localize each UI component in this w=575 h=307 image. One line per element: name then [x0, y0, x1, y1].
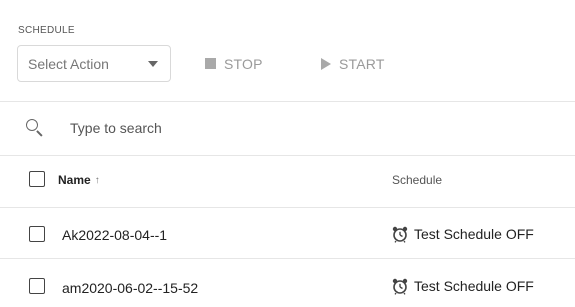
- stop-icon: [205, 58, 216, 69]
- section-title: SCHEDULE: [18, 25, 75, 36]
- select-action-label: Select Action: [28, 55, 109, 72]
- schedule-panel: SCHEDULE Select Action STOP START Name ↑…: [0, 0, 575, 307]
- row-name: Ak2022-08-04--1: [62, 227, 168, 243]
- search-bar: [26, 113, 566, 143]
- chevron-down-icon: [148, 61, 158, 67]
- column-header-schedule[interactable]: Schedule: [392, 173, 442, 187]
- play-icon: [321, 57, 331, 70]
- column-header-name[interactable]: Name ↑: [58, 173, 100, 187]
- row-schedule[interactable]: Test Schedule OFF: [391, 225, 534, 243]
- row-schedule[interactable]: Test Schedule OFF: [391, 277, 534, 295]
- select-action-dropdown[interactable]: Select Action: [17, 45, 171, 82]
- column-header-name-label: Name: [58, 173, 91, 187]
- start-label: START: [339, 55, 385, 72]
- divider: [0, 155, 575, 156]
- schedule-label: Test Schedule OFF: [414, 278, 534, 294]
- alarm-clock-icon: [392, 226, 408, 243]
- row-name: am2020-06-02--15-52: [62, 280, 199, 296]
- stop-label: STOP: [224, 55, 263, 72]
- divider: [0, 258, 575, 259]
- divider: [0, 207, 575, 208]
- start-button[interactable]: START: [321, 45, 385, 82]
- search-icon: [26, 119, 44, 137]
- sort-ascending-icon: ↑: [94, 174, 100, 186]
- alarm-clock-icon: [392, 278, 408, 295]
- row-checkbox[interactable]: [29, 278, 45, 294]
- toolbar: Select Action STOP START: [17, 45, 575, 83]
- select-all-checkbox[interactable]: [29, 171, 45, 187]
- divider: [0, 101, 575, 102]
- row-checkbox[interactable]: [29, 226, 45, 242]
- stop-button[interactable]: STOP: [205, 45, 263, 82]
- schedule-label: Test Schedule OFF: [414, 226, 534, 242]
- search-input[interactable]: [68, 119, 492, 137]
